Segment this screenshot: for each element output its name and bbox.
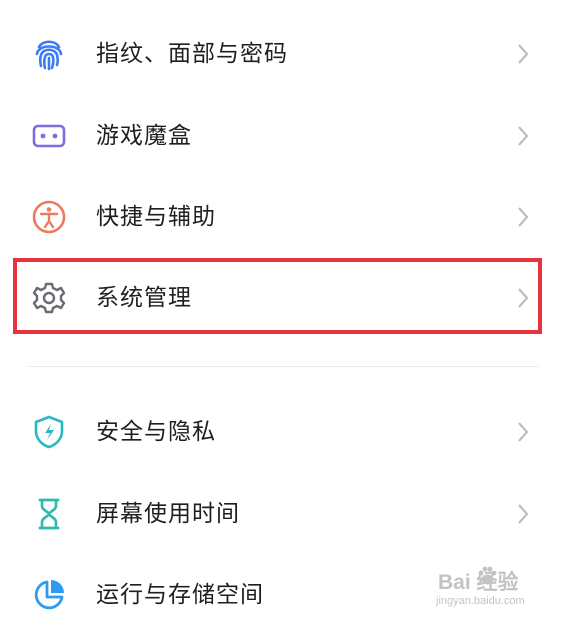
- pie-chart-icon: [30, 576, 68, 614]
- chevron-right-icon: [518, 44, 529, 64]
- chevron-right-icon: [518, 207, 529, 227]
- chevron-right-icon: [518, 126, 529, 146]
- settings-item-label: 指纹、面部与密码: [96, 40, 288, 67]
- section-divider: [28, 366, 538, 367]
- settings-item-game-box[interactable]: 游戏魔盒: [0, 96, 566, 176]
- settings-item-screen-time[interactable]: 屏幕使用时间: [0, 474, 566, 554]
- settings-screen: { "settings": { "items": [ {"label": "指纹…: [0, 0, 566, 628]
- shield-icon: [30, 413, 68, 451]
- settings-item-accessibility[interactable]: 快捷与辅助: [0, 177, 566, 257]
- settings-item-label: 屏幕使用时间: [96, 500, 240, 527]
- settings-item-label: 游戏魔盒: [96, 122, 192, 149]
- fingerprint-icon: [30, 35, 68, 73]
- baidu-watermark: Bai 经验 jingyan.baidu.com: [430, 566, 550, 610]
- highlight-box: [13, 258, 542, 334]
- settings-item-label: 运行与存储空间: [96, 581, 264, 608]
- chevron-right-icon: [518, 504, 529, 524]
- hourglass-icon: [30, 495, 68, 533]
- settings-item-fingerprint[interactable]: 指纹、面部与密码: [0, 14, 566, 94]
- paw-logo-icon: [478, 566, 497, 585]
- watermark-sub: jingyan.baidu.com: [436, 595, 525, 607]
- settings-item-label: 安全与隐私: [96, 418, 216, 445]
- settings-item-label: 快捷与辅助: [96, 203, 216, 230]
- game-box-icon: [30, 117, 68, 155]
- settings-item-security-privacy[interactable]: 安全与隐私: [0, 392, 566, 472]
- accessibility-icon: [30, 198, 68, 236]
- chevron-right-icon: [518, 422, 529, 442]
